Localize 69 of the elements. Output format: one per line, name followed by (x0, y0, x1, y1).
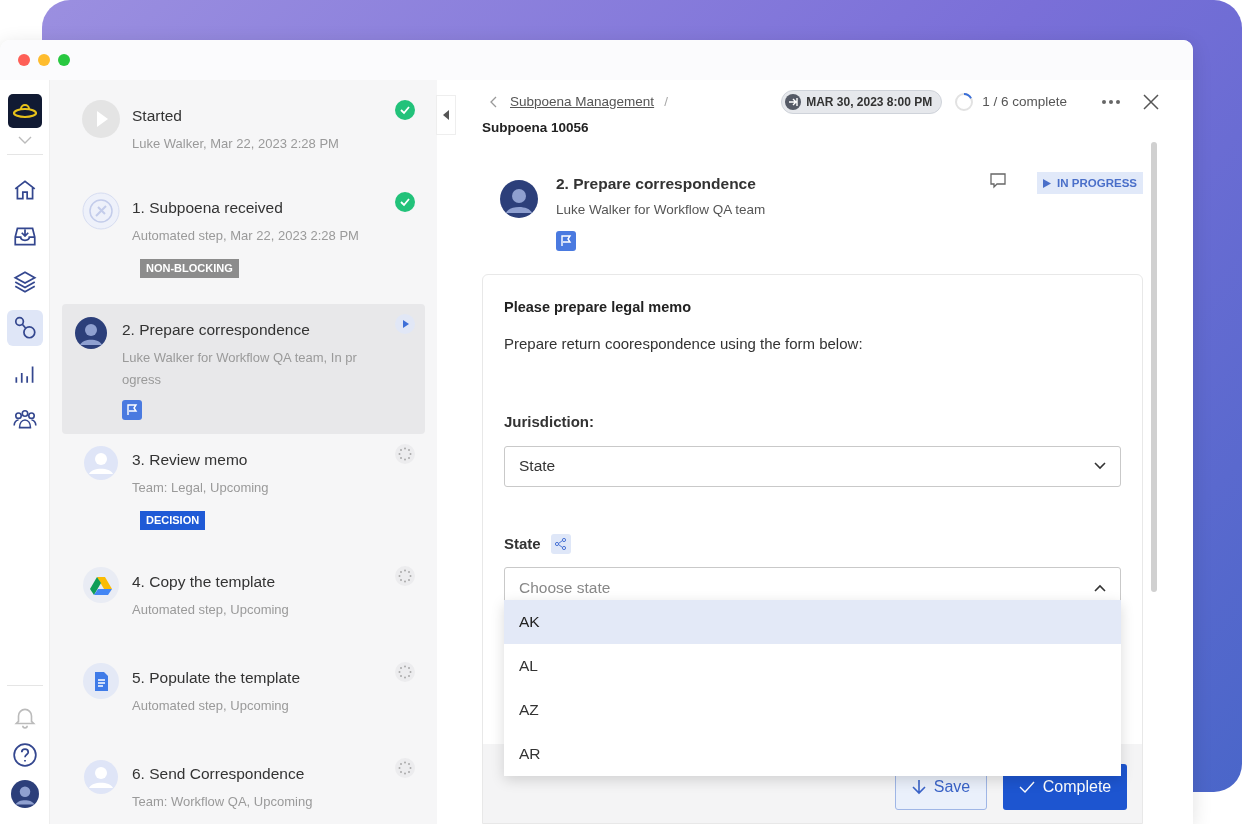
due-date-pill[interactable]: MAR 30, 2023 8:00 PM (781, 90, 943, 114)
step-subtitle: Team: Workflow QA, Upcoming (132, 793, 313, 812)
page-title: Subpoena 10056 (482, 119, 590, 137)
assignee-avatar (500, 180, 538, 219)
scrollbar[interactable] (1151, 142, 1157, 592)
workflow-step[interactable]: 2. Prepare correspondence Luke Walker for Workflow QA team, In progress (62, 304, 425, 434)
task-assignee: Luke Walker for Workflow QA team (556, 200, 766, 219)
workflow-step[interactable]: 6. Send Correspondence Team: Workflow QA, Upcoming (62, 748, 425, 824)
workflow-step[interactable]: 1. Subpoena received Automated step, Mar 22, 2023 2:28 PM NON-BLOCKING (62, 182, 425, 304)
task-title: 2. Prepare correspondence (556, 174, 757, 195)
app-logo[interactable] (7, 94, 42, 128)
progress-ring-icon (954, 92, 975, 112)
step-title: 5. Populate the template (132, 668, 301, 688)
layers-icon (11, 269, 38, 295)
user-avatar-icon (72, 314, 110, 352)
step-subtitle: Luke Walker, Mar 22, 2023 2:28 PM (132, 135, 339, 154)
collapse-panel-button[interactable] (436, 95, 456, 135)
arrow-into-icon (785, 94, 802, 110)
step-tag: NON-BLOCKING (140, 259, 239, 278)
step-title: 2. Prepare correspondence (122, 320, 311, 340)
progress-text: 1 / 6 complete (982, 92, 1067, 111)
step-subtitle: Automated step, Mar 22, 2023 2:28 PM (132, 227, 359, 246)
step-subtitle: Team: Legal, Upcoming (132, 479, 269, 498)
arrow-down-icon (911, 778, 926, 795)
step-title: 1. Subpoena received (132, 198, 284, 218)
workflow-step[interactable]: 4. Copy the template Automated step, Upcoming (62, 556, 425, 652)
field-label: State (504, 533, 541, 554)
play-icon (1043, 178, 1052, 188)
step-subtitle: Automated step, Upcoming (132, 697, 290, 716)
dropdown-option[interactable]: AZ (504, 687, 1121, 732)
form-heading: Please prepare legal memo (504, 297, 692, 317)
step-title: Started (132, 106, 183, 126)
more-options-icon[interactable] (1101, 99, 1121, 105)
play-icon (82, 100, 120, 138)
step-tag: DECISION (140, 511, 206, 530)
help-icon[interactable] (11, 742, 38, 768)
close-window-button[interactable] (18, 54, 30, 66)
step-subtitle: Luke Walker for Workflow QA team, In progress (122, 349, 358, 390)
step-title: 6. Send Correspondence (132, 764, 306, 784)
back-chevron-icon[interactable] (490, 96, 498, 108)
dropdown-option[interactable]: AL (504, 643, 1121, 688)
comment-icon[interactable] (989, 172, 1008, 191)
chevron-down-icon (1094, 462, 1106, 470)
user-icon (82, 758, 120, 796)
check-icon (1018, 780, 1035, 793)
breadcrumb-link[interactable]: Subpoena Management (510, 91, 655, 113)
step-title: 3. Review memo (132, 450, 249, 470)
step-title: 4. Copy the template (132, 572, 277, 592)
step-subtitle: Automated step, Upcoming (132, 601, 289, 620)
dropdown-option[interactable]: AK (504, 599, 1121, 644)
workflow-nav-button[interactable] (6, 310, 43, 346)
workflow-step[interactable]: 5. Populate the template Automated step, Upcoming (62, 652, 425, 748)
document-icon (82, 662, 120, 700)
workflow-step[interactable]: Started Luke Walker, Mar 22, 2023 2:28 PM (62, 90, 425, 182)
close-icon[interactable] (1143, 94, 1159, 110)
share-icon[interactable] (550, 533, 571, 554)
select-field[interactable]: State (504, 445, 1121, 487)
drive-icon (82, 566, 120, 604)
user-avatar-icon[interactable] (10, 780, 39, 808)
form-instruction: Prepare return coorespondence using the form below: (504, 333, 864, 354)
status-tag: IN PROGRESS (1037, 172, 1143, 195)
workflow-step[interactable]: 3. Review memo Team: Legal, Upcoming DECISION (62, 434, 425, 556)
dropdown-option[interactable]: AR (504, 731, 1121, 776)
breadcrumb-separator: / (664, 92, 668, 111)
field-label: Jurisdiction: (504, 412, 594, 432)
user-icon (82, 444, 120, 482)
chevron-up-icon (1094, 583, 1106, 592)
due-date-text: MAR 30, 2023 8:00 PM (806, 94, 933, 111)
caret-left-icon (442, 109, 450, 121)
